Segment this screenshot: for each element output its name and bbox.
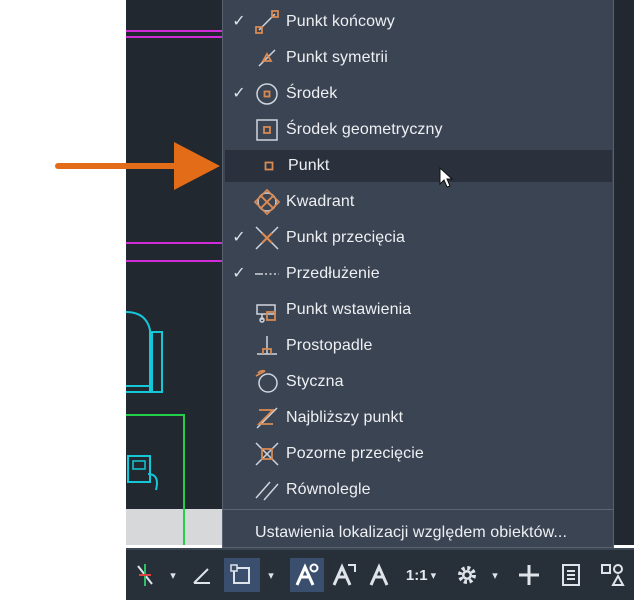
menu-item-extension[interactable]: ✓ Przedłużenie <box>223 258 613 290</box>
gear-icon <box>458 566 476 584</box>
object-snap-dropdown[interactable]: ▾ <box>264 558 278 592</box>
menu-item-center[interactable]: ✓ Środek <box>223 78 613 110</box>
annotation-visibility-button[interactable] <box>290 558 324 592</box>
menu-item-label: Środek <box>286 85 338 102</box>
mouse-cursor-icon <box>439 167 454 188</box>
menu-item-label: Ustawienia lokalizacji względem obiektów… <box>255 524 567 541</box>
chevron-down-icon: ▾ <box>170 569 176 582</box>
check-icon <box>231 50 247 66</box>
check-icon <box>231 302 247 318</box>
menu-item-perpendicular[interactable]: Prostopadle <box>223 330 613 362</box>
geometric-center-icon <box>253 116 281 144</box>
check-icon <box>231 482 247 498</box>
menu-item-label: Punkt wstawienia <box>286 301 412 318</box>
menu-item-label: Środek geometryczny <box>286 121 443 138</box>
workspace-dropdown[interactable]: ▾ <box>488 558 502 592</box>
intersection-icon <box>253 224 281 252</box>
menu-item-label: Styczna <box>286 373 344 390</box>
chevron-down-icon: ▾ <box>268 569 274 582</box>
check-icon: ✓ <box>232 229 246 246</box>
annotation-icon <box>369 563 389 586</box>
auto-scale-button[interactable] <box>328 558 360 592</box>
check-icon <box>231 410 247 426</box>
menu-item-label: Przedłużenie <box>286 265 380 282</box>
add-button[interactable] <box>514 558 544 592</box>
osnap-settings-menu-item[interactable]: Ustawienia lokalizacji względem obiektów… <box>223 518 613 548</box>
object-snap-menu: ✓ Punkt końcowy Punkt symetrii ✓ Środek Środe… <box>222 0 614 548</box>
menu-item-label: Punkt końcowy <box>286 13 395 30</box>
menu-item-insertion[interactable]: Punkt wstawienia <box>223 294 613 326</box>
tangent-icon <box>253 368 281 396</box>
snap-tracking-icon <box>137 564 153 586</box>
workspace-settings-button[interactable] <box>452 558 482 592</box>
menu-item-intersection[interactable]: ✓ Punkt przecięcia <box>223 222 613 254</box>
menu-item-endpoint[interactable]: ✓ Punkt końcowy <box>223 6 613 38</box>
menu-item-label: Pozorne przecięcie <box>286 445 424 462</box>
angle-icon <box>193 568 210 584</box>
scale-value: 1:1 <box>405 566 428 584</box>
check-icon <box>231 446 247 462</box>
menu-item-apparent-intersection[interactable]: Pozorne przecięcie <box>223 438 613 470</box>
menu-separator <box>223 509 613 510</box>
annotation-autoscale-icon <box>332 563 356 586</box>
node-icon <box>255 152 283 180</box>
check-icon <box>231 338 247 354</box>
object-snap-tracking-button[interactable] <box>132 558 158 592</box>
center-icon <box>253 80 281 108</box>
check-icon <box>233 158 249 174</box>
object-snap-icon <box>230 564 250 584</box>
properties-button[interactable] <box>556 558 586 592</box>
menu-item-label: Kwadrant <box>286 193 355 210</box>
properties-icon <box>562 564 580 586</box>
endpoint-icon <box>253 8 281 36</box>
menu-item-midpoint[interactable]: Punkt symetrii <box>223 42 613 74</box>
menu-item-label: Prostopadle <box>286 337 373 354</box>
perpendicular-icon <box>253 332 281 360</box>
polar-tracking-button[interactable] <box>188 558 216 592</box>
menu-item-label: Najbliższy punkt <box>286 409 404 426</box>
check-icon <box>231 122 247 138</box>
menu-item-quadrant[interactable]: Kwadrant <box>223 186 613 218</box>
annotation-scale-button[interactable] <box>364 558 394 592</box>
menu-item-tangent[interactable]: Styczna <box>223 366 613 398</box>
menu-item-node[interactable]: Punkt <box>225 150 612 182</box>
check-icon: ✓ <box>232 265 246 282</box>
check-icon: ✓ <box>232 85 246 102</box>
quadrant-icon <box>253 188 281 216</box>
extension-icon <box>253 260 281 288</box>
status-bar: ▾ ▾ 1:1 ▾ ▾ <box>126 548 634 600</box>
menu-item-label: Punkt przecięcia <box>286 229 405 246</box>
menu-item-label: Punkt <box>288 157 330 174</box>
nearest-icon <box>253 404 281 432</box>
menu-item-parallel[interactable]: Równolegle <box>223 474 613 506</box>
isolate-objects-button[interactable] <box>596 558 628 592</box>
chevron-down-icon: ▾ <box>430 569 437 582</box>
apparent-intersection-icon <box>253 440 281 468</box>
snap-tracking-dropdown[interactable]: ▾ <box>166 558 180 592</box>
menu-item-geometric-center[interactable]: Środek geometryczny <box>223 114 613 146</box>
check-icon <box>231 374 247 390</box>
shapes-icon <box>601 564 625 586</box>
scale-dropdown[interactable]: 1:1 ▾ <box>400 558 442 592</box>
annotation-scale-icon <box>295 563 319 586</box>
pointer-arrow-icon <box>55 142 220 190</box>
chevron-down-icon: ▾ <box>492 569 498 582</box>
midpoint-icon <box>253 44 281 72</box>
menu-item-label: Punkt symetrii <box>286 49 388 66</box>
menu-item-label: Równolegle <box>286 481 371 498</box>
check-icon <box>231 194 247 210</box>
check-icon: ✓ <box>232 13 246 30</box>
menu-item-nearest[interactable]: Najbliższy punkt <box>223 402 613 434</box>
plus-icon <box>519 565 539 585</box>
parallel-icon <box>253 476 281 504</box>
object-snap-button[interactable] <box>224 558 260 592</box>
insertion-icon <box>253 296 281 324</box>
